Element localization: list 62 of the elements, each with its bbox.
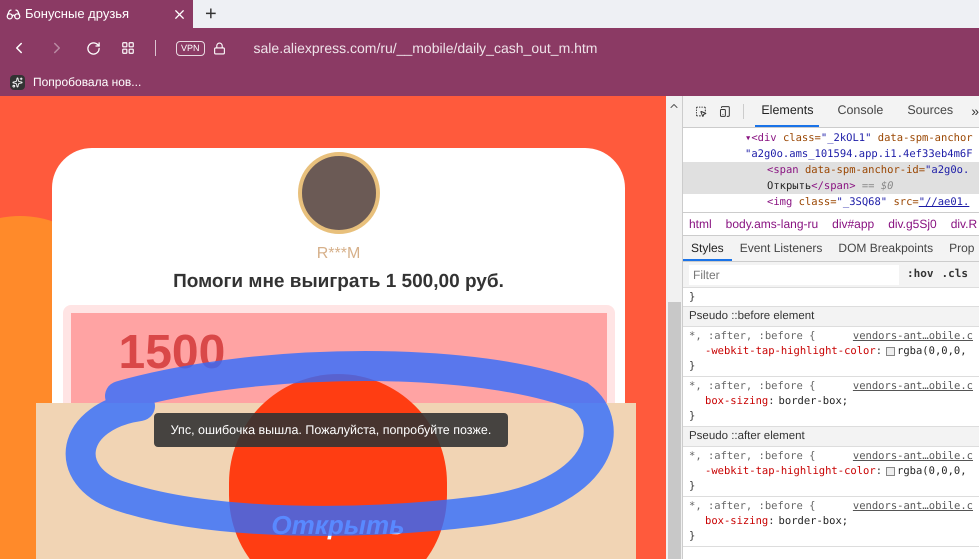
- bookmark-item[interactable]: Попробовала нов...: [33, 73, 142, 91]
- dom-line[interactable]: ▾<div class="_2kOL1" data-spm-anchor: [683, 130, 979, 146]
- coupon-amount: 1500: [118, 326, 226, 378]
- breadcrumb[interactable]: body.ams-lang-ru: [726, 215, 818, 233]
- error-toast: Упс, ошибочка вышла. Пожалуйста, попробуйте позже.: [154, 413, 508, 447]
- section-header: Pseudo ::before element: [683, 307, 979, 327]
- css-selector: *, :after, :before {: [689, 329, 816, 344]
- css-selector: *, :after, :before {: [689, 379, 816, 394]
- css-property: -webkit-tap-highlight-color: [705, 344, 876, 359]
- device-icon[interactable]: [718, 104, 731, 119]
- styles-tab[interactable]: Prop: [941, 236, 979, 261]
- color-swatch-icon[interactable]: [886, 467, 896, 476]
- filter-field[interactable]: Filter: [689, 264, 899, 284]
- new-tab-button[interactable]: +: [201, 4, 221, 24]
- styles-tab[interactable]: DOM Breakpoints: [830, 236, 942, 261]
- closing-brace: }: [689, 409, 696, 424]
- source-link[interactable]: vendors-ant…obile.c: [852, 449, 973, 464]
- dom-line[interactable]: <img class="_3SQ68" src="//ae01.: [683, 194, 979, 210]
- css-colon: :: [768, 514, 775, 529]
- hov-button[interactable]: :hov: [907, 266, 934, 283]
- lock-icon: [212, 42, 226, 54]
- css-colon: :: [876, 464, 882, 479]
- css-value: rgba(0,0,0,: [897, 344, 967, 359]
- source-link[interactable]: vendors-ant…obile.c: [852, 499, 973, 514]
- css-property: -webkit-tap-highlight-color: [705, 464, 876, 479]
- css-property: box-sizing: [705, 514, 768, 529]
- css-colon: :: [768, 394, 775, 409]
- reload-icon[interactable]: [86, 40, 101, 56]
- grid-icon[interactable]: [121, 41, 135, 55]
- devtools-tab[interactable]: Sources: [901, 96, 960, 127]
- more-tabs-button[interactable]: »: [971, 96, 979, 127]
- sparkle-icon: [10, 74, 25, 90]
- css-property: box-sizing: [705, 394, 768, 409]
- cls-button[interactable]: .cls: [942, 266, 968, 283]
- css-value: rgba(0,0,0,: [897, 464, 967, 479]
- styles-tab[interactable]: Event Listeners: [732, 236, 830, 261]
- user-name: R***M: [316, 244, 360, 264]
- css-value: border-box;: [778, 514, 848, 529]
- heading: Помоги мне выиграть 1 500,00 руб.: [173, 270, 504, 294]
- closing-brace: }: [689, 529, 696, 544]
- vpn-badge[interactable]: VPN: [176, 40, 205, 56]
- closing-brace: }: [689, 479, 696, 494]
- color-swatch-icon[interactable]: [886, 347, 896, 356]
- dom-line[interactable]: "a2g0o.ams_101594.app.i1.4ef33eb4m6F: [683, 146, 979, 162]
- source-link[interactable]: vendors-ant…obile.c: [852, 329, 973, 344]
- devtools-tab[interactable]: Console: [831, 96, 890, 127]
- source-link[interactable]: vendors-ant…obile.c: [852, 379, 973, 394]
- css-selector: *, :after, :before {: [689, 499, 816, 514]
- section-header: Pseudo ::after element: [683, 427, 979, 447]
- breadcrumb[interactable]: html: [689, 215, 712, 233]
- breadcrumb[interactable]: div.R: [950, 215, 978, 233]
- css-value: border-box;: [778, 394, 848, 409]
- scrollbar[interactable]: [668, 302, 680, 559]
- url-text[interactable]: sale.aliexpress.com/ru/__mobile/daily_cash_out_m.htm: [254, 38, 598, 58]
- closing-brace: }: [689, 291, 696, 303]
- devtools-tab[interactable]: Elements: [755, 96, 820, 127]
- css-colon: :: [876, 344, 882, 359]
- closing-brace: }: [689, 359, 696, 374]
- breadcrumb[interactable]: div.g5Sj0: [888, 215, 937, 233]
- inspect-icon[interactable]: [695, 104, 707, 119]
- css-selector: *, :after, :before {: [689, 449, 816, 464]
- breadcrumb[interactable]: div#app: [832, 215, 874, 233]
